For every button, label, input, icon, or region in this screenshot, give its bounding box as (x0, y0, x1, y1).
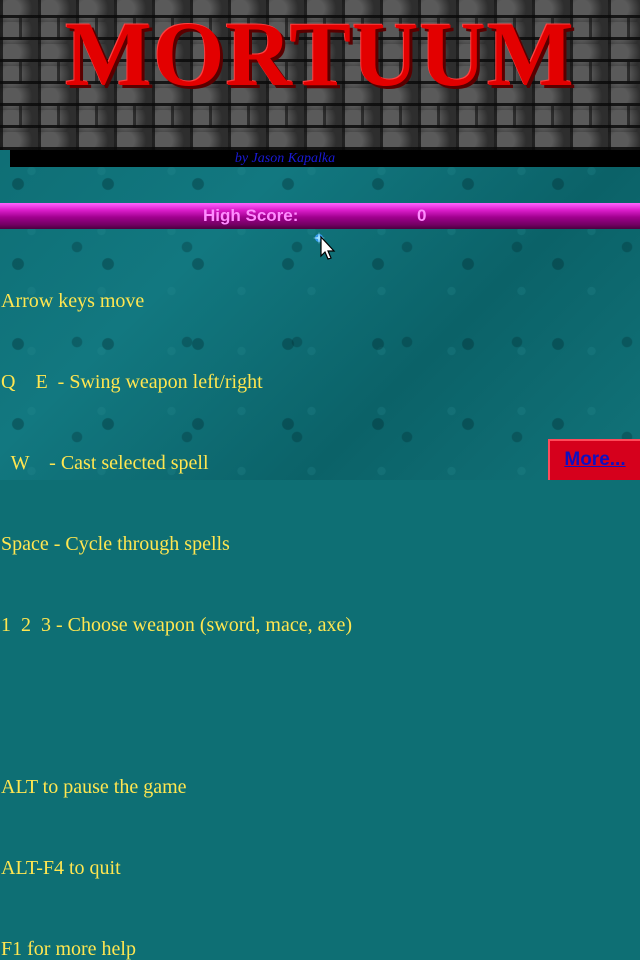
help-line-cast: W - Cast selected spell (1, 452, 209, 474)
more-button[interactable]: More... (548, 439, 640, 480)
help-line-quit: ALT-F4 to quit (1, 857, 121, 879)
help-line-swing: Q E - Swing weapon left/right (1, 371, 263, 393)
controls-help-text: Arrow keys move Q E - Swing weapon left/… (1, 234, 352, 960)
high-score-bar: High Score: 0 (0, 203, 640, 229)
help-line-move: Arrow keys move (1, 290, 145, 312)
help-line-weapon: 1 2 3 - Choose weapon (sword, mace, axe) (1, 614, 353, 636)
help-line-f1: F1 for more help (1, 938, 136, 960)
help-spacer (1, 693, 352, 720)
help-line-pause: ALT to pause the game (1, 776, 187, 798)
author-byline: by Jason Kapalka (10, 150, 640, 167)
game-title: MORTUUM (65, 3, 575, 105)
arrow-cursor-icon (313, 232, 336, 260)
help-line-cycle: Space - Cycle through spells (1, 533, 230, 555)
high-score-value: 0 (417, 206, 427, 225)
stone-header: MORTUUM (0, 0, 640, 150)
high-score-label: High Score: (203, 206, 299, 225)
